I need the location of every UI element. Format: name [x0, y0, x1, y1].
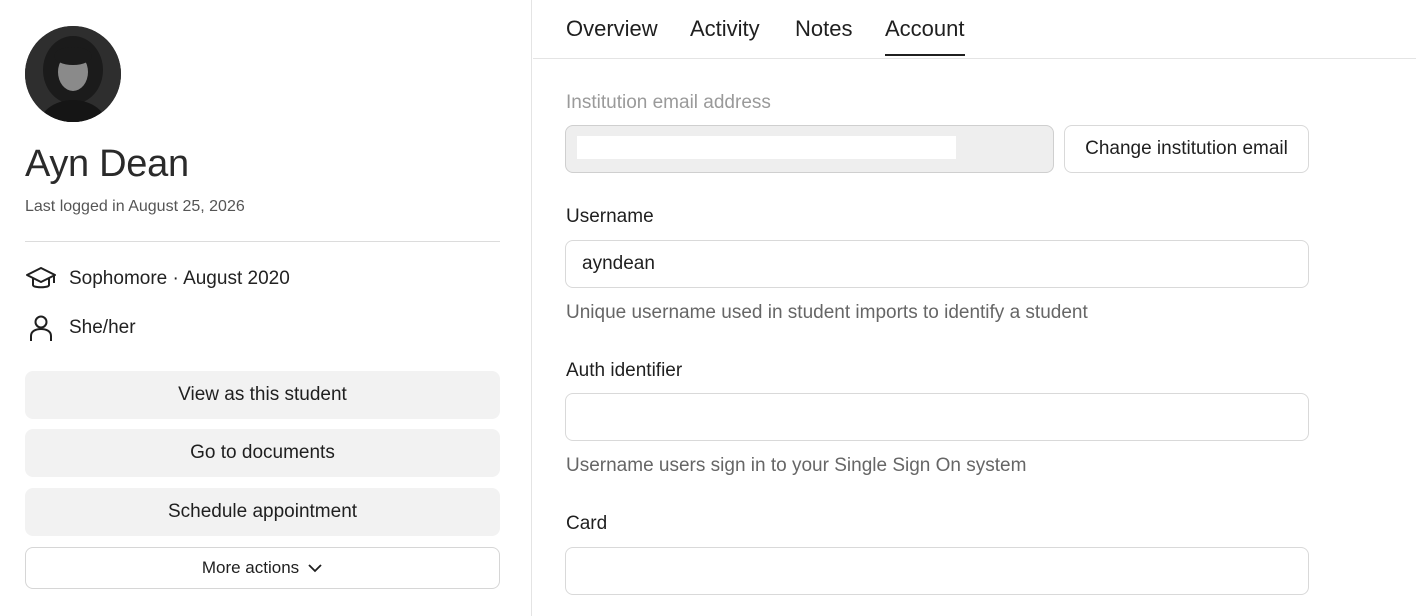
divider — [25, 241, 500, 242]
last-login-text: Last logged in August 25, 2026 — [25, 198, 245, 215]
schedule-appointment-button[interactable]: Schedule appointment — [25, 488, 500, 536]
avatar — [25, 26, 121, 122]
graduation-cap-icon — [25, 263, 57, 295]
tab-bar: Overview Activity Notes Account — [533, 0, 1416, 59]
institution-email-field — [565, 125, 1054, 173]
username-help-text: Unique username used in student imports … — [566, 302, 1088, 323]
main-panel: Overview Activity Notes Account Institut… — [533, 0, 1416, 616]
more-actions-label: More actions — [201, 558, 300, 577]
username-label: Username — [566, 206, 654, 227]
username-input[interactable] — [565, 240, 1309, 288]
tab-account[interactable]: Account — [885, 16, 965, 56]
student-name: Ayn Dean — [25, 143, 189, 185]
go-to-documents-button[interactable]: Go to documents — [25, 429, 500, 477]
card-input[interactable] — [565, 547, 1309, 595]
tab-notes[interactable]: Notes — [795, 16, 852, 54]
auth-identifier-input[interactable] — [565, 393, 1309, 441]
avatar-image — [25, 26, 121, 122]
auth-identifier-label: Auth identifier — [566, 360, 683, 381]
view-as-student-button[interactable]: View as this student — [25, 371, 500, 419]
tab-overview[interactable]: Overview — [566, 16, 658, 54]
change-institution-email-button[interactable]: Change institution email — [1064, 125, 1309, 173]
pronouns-row: She/her — [25, 312, 136, 344]
more-actions-button[interactable]: More actions — [25, 547, 500, 589]
auth-identifier-help-text: Username users sign in to your Single Si… — [566, 455, 1027, 476]
chevron-down-icon — [307, 558, 323, 578]
year-info-row: Sophomore · August 2020 — [25, 263, 290, 295]
profile-sidebar: Ayn Dean Last logged in August 25, 2026 … — [0, 0, 532, 616]
year-info-text: Sophomore · August 2020 — [69, 268, 290, 289]
pronouns-text: She/her — [69, 317, 136, 338]
person-icon — [25, 312, 57, 344]
redaction-mask — [577, 136, 956, 159]
card-label: Card — [566, 513, 608, 534]
tab-activity[interactable]: Activity — [690, 16, 760, 54]
institution-email-label: Institution email address — [566, 92, 771, 113]
